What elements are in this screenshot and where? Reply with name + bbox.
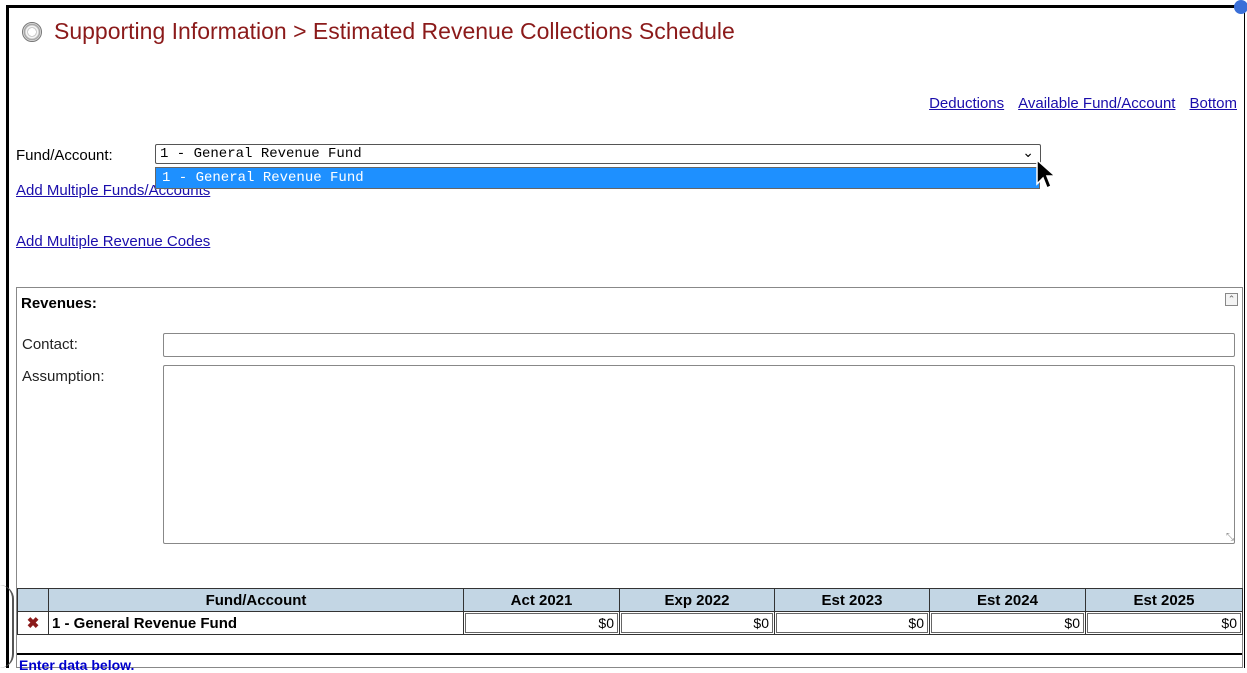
value-input[interactable]: $0	[931, 613, 1084, 633]
column-header: Est 2023	[774, 588, 930, 612]
table-row: ✖ 1 - General Revenue Fund $0 $0 $0 $0 $…	[17, 611, 1243, 635]
deductions-link[interactable]: Deductions	[929, 95, 1004, 112]
enter-data-note: Enter data below.	[17, 653, 1242, 673]
value-input[interactable]: $0	[465, 613, 618, 633]
contact-input[interactable]	[163, 333, 1235, 357]
dropdown-option[interactable]: 1 - General Revenue Fund	[156, 168, 1039, 188]
value-input[interactable]: $0	[776, 613, 928, 633]
value-input[interactable]: $0	[1087, 613, 1241, 633]
value-input[interactable]: $0	[621, 613, 773, 633]
corner-indicator	[1234, 0, 1247, 14]
screen-edge	[0, 585, 14, 668]
fund-account-label: Fund/Account:	[16, 147, 113, 164]
fund-account-selected-value: 1 - General Revenue Fund	[160, 146, 362, 162]
assumption-label: Assumption:	[22, 368, 105, 385]
column-header: Act 2021	[463, 588, 620, 612]
collapse-icon[interactable]: ⌃	[1225, 293, 1238, 306]
contact-label: Contact:	[22, 336, 78, 353]
column-header: Exp 2022	[619, 588, 775, 612]
chevron-down-icon[interactable]: ⌄	[1022, 144, 1034, 162]
mouse-cursor-icon	[1036, 158, 1057, 190]
column-header: Fund/Account	[48, 588, 464, 612]
page-header: Supporting Information > Estimated Reven…	[22, 18, 735, 45]
add-multiple-revenue-codes-link[interactable]: Add Multiple Revenue Codes	[16, 233, 210, 250]
revenues-panel: Revenues: ⌃ Contact: Assumption: ⤡ Fund/…	[16, 287, 1243, 673]
fund-account-dropdown[interactable]: 1 - General Revenue Fund	[155, 167, 1040, 189]
revenue-table: Fund/Account Act 2021 Exp 2022 Est 2023 …	[17, 588, 1243, 635]
delete-row-icon[interactable]: ✖	[17, 611, 49, 635]
available-fund-account-link[interactable]: Available Fund/Account	[1018, 95, 1175, 112]
top-links: Deductions Available Fund/Account Bottom	[929, 95, 1237, 112]
row-fund-name: 1 - General Revenue Fund	[48, 611, 464, 635]
page-title: Supporting Information > Estimated Reven…	[54, 18, 735, 44]
fund-account-select[interactable]: 1 - General Revenue Fund ⌄	[155, 144, 1041, 164]
column-header: Est 2024	[929, 588, 1086, 612]
bottom-link[interactable]: Bottom	[1189, 95, 1237, 112]
table-header-blank	[17, 588, 49, 612]
table-header-row: Fund/Account Act 2021 Exp 2022 Est 2023 …	[17, 588, 1243, 612]
resize-grip-icon[interactable]: ⤡	[1226, 533, 1234, 543]
assumption-textarea[interactable]	[163, 365, 1235, 544]
state-seal-icon	[22, 21, 42, 42]
revenues-panel-title: Revenues:	[21, 295, 97, 312]
column-header: Est 2025	[1085, 588, 1243, 612]
